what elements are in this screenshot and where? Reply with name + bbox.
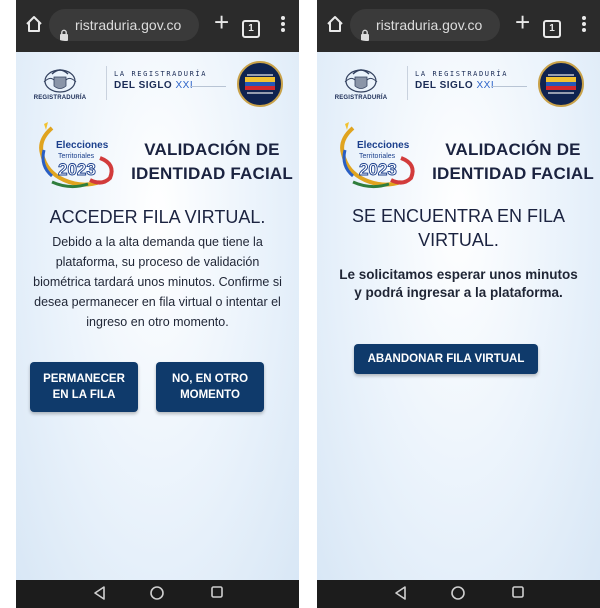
abandon-queue-button[interactable]: ABANDONAR FILA VIRTUAL xyxy=(354,344,538,374)
registraduria-siglo: DEL SIGLO xyxy=(415,80,474,91)
lock-icon xyxy=(59,20,69,41)
plus-icon[interactable]: + xyxy=(515,9,533,35)
url-text: ristraduria.gov.co xyxy=(376,17,483,33)
page-title: VALIDACIÓN DE IDENTIDAD FACIAL xyxy=(432,140,594,183)
circle-home-icon[interactable] xyxy=(149,585,165,606)
seal-caption: REGISTRADURÍA xyxy=(334,95,388,101)
home-icon[interactable] xyxy=(24,14,44,36)
queue-message: Debido a la alta demanda que tiene la pl… xyxy=(33,235,282,329)
registraduria-line1: LA REGISTRADURÍA xyxy=(114,70,208,78)
triangle-back-icon[interactable] xyxy=(92,585,106,606)
garantes-democracia-badge xyxy=(538,61,584,107)
registraduria-siglo: DEL SIGLO xyxy=(114,80,173,91)
wait-message: Le solicitamos esperar unos minutos y po… xyxy=(339,267,578,300)
seal-caption: REGISTRADURÍA xyxy=(33,95,87,101)
queue-status-heading: SE ENCUENTRA EN FILA VIRTUAL. xyxy=(351,206,566,250)
phone-screen-left: ristraduria.gov.co + 1 REGISTRADURÍA LA … xyxy=(16,0,299,608)
registraduria-line2: DEL SIGLO XXI xyxy=(415,80,494,91)
browser-toolbar: ristraduria.gov.co + 1 xyxy=(317,0,600,52)
header-divider xyxy=(106,66,107,100)
more-vertical-icon[interactable] xyxy=(278,14,288,36)
android-nav-bar xyxy=(16,580,299,608)
site-header: REGISTRADURÍA LA REGISTRADURÍA DEL SIGLO… xyxy=(16,58,299,110)
elections-year: 2023 xyxy=(58,160,96,179)
stay-in-queue-button[interactable]: PERMANECER EN LA FILA xyxy=(30,362,138,412)
triangle-back-icon[interactable] xyxy=(393,585,407,606)
android-nav-bar xyxy=(317,580,600,608)
tab-switcher-icon[interactable]: 1 xyxy=(242,14,260,38)
elections-line2: Territoriales xyxy=(359,153,396,160)
garantes-democracia-badge xyxy=(237,61,283,107)
square-recent-icon[interactable] xyxy=(210,585,224,604)
registraduria-line1: LA REGISTRADURÍA xyxy=(415,70,509,78)
more-vertical-icon[interactable] xyxy=(579,14,589,36)
elecciones-territoriales-logo: Elecciones Territoriales 2023 xyxy=(340,122,415,189)
tab-switcher-icon[interactable]: 1 xyxy=(543,14,561,38)
plus-icon[interactable]: + xyxy=(214,9,232,35)
tab-count: 1 xyxy=(242,20,260,38)
elecciones-territoriales-logo: Elecciones Territoriales 2023 xyxy=(39,122,114,189)
square-recent-icon[interactable] xyxy=(511,585,525,604)
home-icon[interactable] xyxy=(325,14,345,36)
queue-heading: ACCEDER FILA VIRTUAL. xyxy=(49,207,266,227)
try-later-button[interactable]: NO, EN OTRO MOMENTO xyxy=(156,362,264,412)
elections-year: 2023 xyxy=(359,160,397,179)
header-rule xyxy=(491,86,527,87)
elections-line1: Elecciones xyxy=(357,140,410,151)
lock-icon xyxy=(360,20,370,41)
header-divider xyxy=(407,66,408,100)
page-title: VALIDACIÓN DE IDENTIDAD FACIAL xyxy=(131,140,293,183)
registraduria-line2: DEL SIGLO XXI xyxy=(114,80,193,91)
elections-line2: Territoriales xyxy=(58,153,95,160)
header-rule xyxy=(190,86,226,87)
url-text: ristraduria.gov.co xyxy=(75,17,182,33)
circle-home-icon[interactable] xyxy=(450,585,466,606)
site-header: REGISTRADURÍA LA REGISTRADURÍA DEL SIGLO… xyxy=(317,58,600,110)
elections-line1: Elecciones xyxy=(56,140,109,151)
tab-count: 1 xyxy=(543,20,561,38)
phone-screen-right: ristraduria.gov.co + 1 REGISTRADURÍA LA … xyxy=(317,0,600,608)
address-bar[interactable]: ristraduria.gov.co xyxy=(350,9,500,41)
address-bar[interactable]: ristraduria.gov.co xyxy=(49,9,199,41)
browser-toolbar: ristraduria.gov.co + 1 xyxy=(16,0,299,52)
